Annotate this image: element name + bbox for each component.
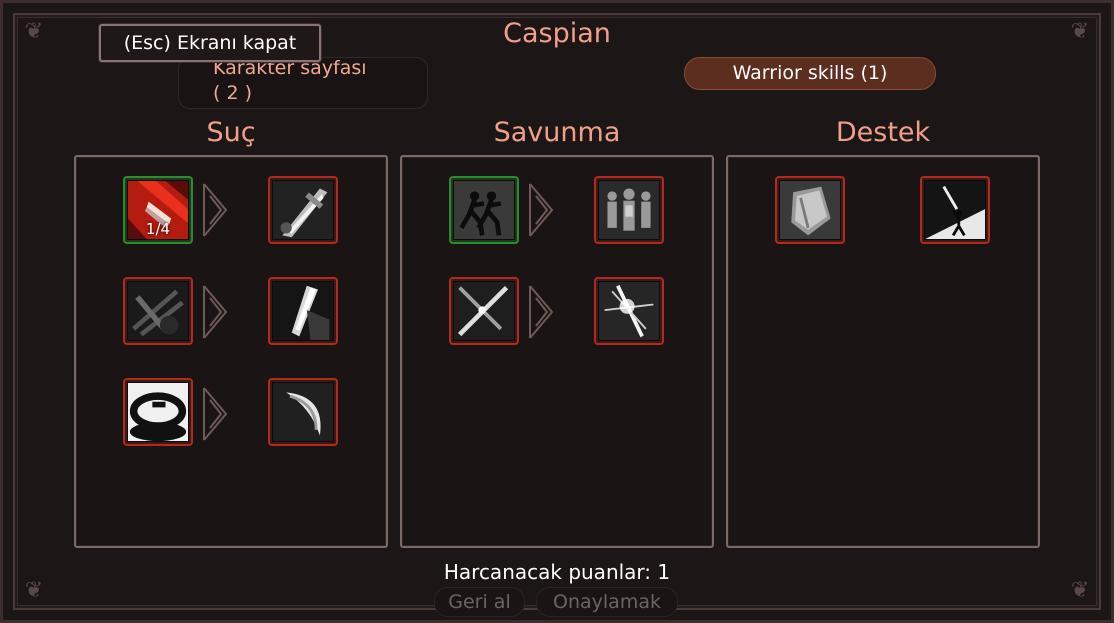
undo-button[interactable]: Geri al [434, 587, 525, 617]
chevron-right-icon [529, 183, 554, 237]
column-title-defense: Savunma [493, 117, 621, 148]
shadow-runners-icon [454, 181, 514, 240]
skill-blade-edge[interactable] [268, 277, 338, 345]
skill-crescent-slash[interactable] [268, 378, 338, 446]
whirlwind-spin-icon [128, 383, 188, 442]
chevron-right-icon [203, 183, 228, 237]
crossed-blades-icon [128, 282, 188, 341]
skill-warrior-raising-sword[interactable] [920, 176, 990, 244]
skill-crossed-swords[interactable] [449, 277, 519, 345]
points-to-spend: Harcanacak puanlar: 1 [443, 560, 671, 584]
close-screen-button[interactable]: (Esc) Ekranı kapat [99, 24, 321, 62]
skill-whirlwind-spin[interactable] [123, 378, 193, 446]
chevron-right-icon [203, 285, 228, 339]
warrior-skills-tab[interactable]: Warrior skills (1) [684, 57, 936, 90]
chevron-right-icon [203, 387, 228, 441]
skill-light-burst-sword[interactable] [594, 277, 664, 345]
crossed-swords-icon [454, 282, 514, 341]
defense-panel [400, 155, 714, 548]
skill-shield[interactable] [775, 176, 845, 244]
warrior-raising-sword-icon [925, 181, 985, 240]
skill-red-blade-strike[interactable]: 1/4 [123, 176, 193, 244]
offense-panel [74, 155, 388, 548]
confirm-button[interactable]: Onaylamak [536, 587, 678, 617]
column-title-offense: Suç [206, 117, 256, 148]
support-panel [726, 155, 1040, 548]
skill-shadow-runners[interactable] [449, 176, 519, 244]
chevron-right-icon [529, 285, 554, 339]
light-burst-sword-icon [599, 282, 659, 341]
skill-crossed-blades[interactable] [123, 277, 193, 345]
soldier-formation-icon [599, 181, 659, 240]
character-page-tab[interactable]: Karakter sayfası ( 2 ) [178, 57, 428, 109]
shield-icon [780, 181, 840, 240]
blade-edge-icon [273, 282, 333, 341]
column-title-support: Destek [835, 117, 931, 148]
character-page-count: ( 2 ) [213, 82, 252, 104]
skill-soldier-formation[interactable] [594, 176, 664, 244]
crescent-slash-icon [273, 383, 333, 442]
skill-rank: 1/4 [145, 220, 171, 238]
skill-sword-slash[interactable] [268, 176, 338, 244]
sword-slash-icon [273, 181, 333, 240]
